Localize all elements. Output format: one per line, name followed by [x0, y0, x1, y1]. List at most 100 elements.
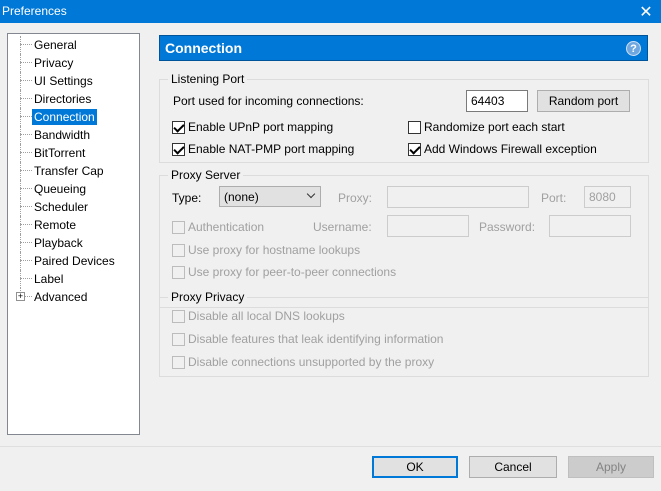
ok-button[interactable]: OK — [372, 456, 458, 478]
proxy-type-value: (none) — [224, 190, 259, 204]
upnp-checkbox[interactable] — [172, 121, 185, 134]
cancel-button[interactable]: Cancel — [469, 456, 557, 478]
tree-item-label: Playback — [34, 236, 83, 250]
port-label: Port used for incoming connections: — [173, 94, 364, 108]
tree-connector — [20, 242, 32, 243]
group-title: Proxy Server — [168, 168, 244, 182]
tree-item-label: Paired Devices — [34, 254, 115, 268]
tree-item-remote[interactable]: Remote — [8, 216, 139, 234]
natpmp-label: Enable NAT-PMP port mapping — [188, 142, 355, 156]
tree-line — [20, 36, 21, 54]
help-icon[interactable]: ? — [626, 41, 641, 56]
hostname-lookups-label: Use proxy for hostname lookups — [188, 243, 361, 257]
tree-item-label: Connection — [32, 109, 97, 125]
close-icon[interactable]: ✕ — [631, 0, 661, 23]
tree-item-directories[interactable]: Directories — [8, 90, 139, 108]
title-bar: Preferences ✕ — [0, 0, 661, 23]
authentication-label: Authentication — [188, 220, 265, 234]
tree-line — [20, 144, 21, 162]
randomize-port-checkbox[interactable] — [408, 121, 421, 134]
tree-connector — [20, 44, 32, 45]
tree-line — [20, 180, 21, 198]
tree-item-bandwidth[interactable]: Bandwidth — [8, 126, 139, 144]
tree-item-privacy[interactable]: Privacy — [8, 54, 139, 72]
tree-item-transfer-cap[interactable]: Transfer Cap — [8, 162, 139, 180]
tree-connector — [20, 206, 32, 207]
tree-line — [20, 252, 21, 270]
tree-line — [20, 90, 21, 108]
tree-item-label[interactable]: Label — [8, 270, 139, 288]
tree-connector — [20, 224, 32, 225]
tree-item-label: General — [34, 38, 77, 52]
disable-dns-checkbox[interactable] — [172, 310, 185, 323]
tree-item-label-text: Label — [34, 272, 64, 286]
disable-unsupported-checkbox[interactable] — [172, 356, 185, 369]
p2p-proxy-checkbox[interactable] — [172, 266, 185, 279]
proxy-host-input[interactable] — [387, 186, 529, 208]
tree-item-label: Directories — [34, 92, 92, 106]
disable-leak-features-checkbox[interactable] — [172, 333, 185, 346]
firewall-exception-checkbox[interactable] — [408, 143, 421, 156]
tree-item-label: Transfer Cap — [34, 164, 104, 178]
group-title: Proxy Privacy — [168, 290, 248, 304]
tree-item-advanced[interactable]: + Advanced — [8, 288, 139, 306]
tree-item-label: Advanced — [34, 290, 88, 304]
apply-button[interactable]: Apply — [568, 456, 654, 478]
tree-connector — [20, 134, 32, 135]
tree-line — [20, 54, 21, 72]
tree-item-label: BitTorrent — [34, 146, 86, 160]
tree-item-ui-settings[interactable]: UI Settings — [8, 72, 139, 90]
disable-dns-label: Disable all local DNS lookups — [188, 309, 345, 323]
p2p-proxy-label: Use proxy for peer-to-peer connections — [188, 265, 397, 279]
disable-leak-features-label: Disable features that leak identifying i… — [188, 332, 444, 346]
listening-port-group: Listening Port Port used for incoming co… — [159, 72, 649, 163]
tree-line — [20, 234, 21, 252]
tree-line — [20, 216, 21, 234]
tree-item-bittorrent[interactable]: BitTorrent — [8, 144, 139, 162]
tree-item-label: Scheduler — [34, 200, 89, 214]
password-label: Password: — [479, 220, 536, 234]
proxy-privacy-group: Proxy Privacy Disable all local DNS look… — [159, 290, 649, 377]
preferences-tree[interactable]: General Privacy UI Settings Directories … — [7, 33, 140, 435]
window-title: Preferences — [2, 4, 67, 18]
footer-divider — [0, 446, 661, 447]
tree-item-label: Remote — [34, 218, 77, 232]
tree-item-queueing[interactable]: Queueing — [8, 180, 139, 198]
natpmp-checkbox[interactable] — [172, 143, 185, 156]
tree-line — [20, 108, 21, 126]
firewall-exception-label: Add Windows Firewall exception — [424, 142, 597, 156]
proxy-type-dropdown[interactable]: (none) — [219, 186, 321, 207]
proxy-port-label: Port: — [541, 191, 567, 205]
tree-line — [20, 126, 21, 144]
tree-connector — [25, 296, 32, 297]
page-title: Connection — [165, 40, 242, 56]
section-header: Connection ? — [159, 35, 648, 61]
expand-plus-icon[interactable]: + — [16, 292, 25, 301]
tree-connector — [20, 62, 32, 63]
tree-item-connection[interactable]: Connection — [8, 108, 139, 126]
tree-line — [20, 270, 21, 288]
random-port-button[interactable]: Random port — [537, 90, 630, 112]
password-input[interactable] — [549, 215, 631, 237]
tree-connector — [20, 116, 32, 117]
hostname-lookups-checkbox[interactable] — [172, 244, 185, 257]
randomize-port-label: Randomize port each start — [424, 120, 565, 134]
tree-connector — [20, 260, 32, 261]
proxy-port-input[interactable]: 8080 — [584, 186, 631, 208]
tree-connector — [20, 98, 32, 99]
disable-unsupported-label: Disable connections unsupported by the p… — [188, 355, 435, 369]
tree-item-scheduler[interactable]: Scheduler — [8, 198, 139, 216]
tree-connector — [20, 188, 32, 189]
proxy-type-label: Type: — [172, 191, 202, 205]
tree-connector — [20, 170, 32, 171]
authentication-checkbox[interactable] — [172, 221, 185, 234]
tree-item-general[interactable]: General — [8, 36, 139, 54]
upnp-label: Enable UPnP port mapping — [188, 120, 334, 134]
tree-item-label: Bandwidth — [34, 128, 91, 142]
username-input[interactable] — [387, 215, 469, 237]
tree-line — [20, 72, 21, 90]
tree-item-paired-devices[interactable]: Paired Devices — [8, 252, 139, 270]
tree-item-playback[interactable]: Playback — [8, 234, 139, 252]
chevron-down-icon — [306, 189, 316, 199]
port-input[interactable]: 64403 — [466, 90, 528, 112]
